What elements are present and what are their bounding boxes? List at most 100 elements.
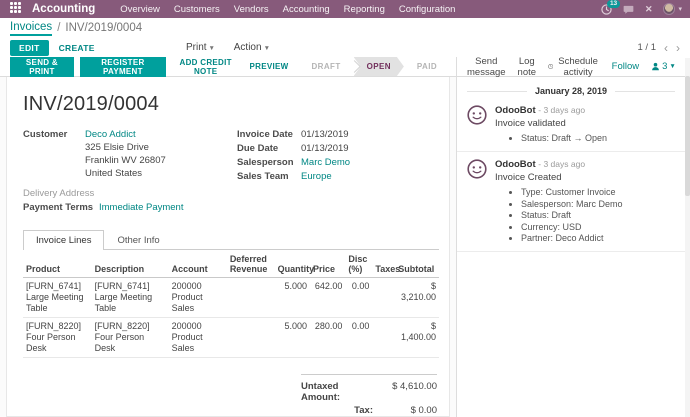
breadcrumb-separator: / xyxy=(57,22,60,34)
totals-block: Untaxed Amount: $ 4,610.00 Tax: $ 0.00 T… xyxy=(301,374,437,417)
customer-address-line2: Franklin WV 26807 xyxy=(85,155,166,166)
tracking-value: Status: Draft → Open xyxy=(521,133,675,143)
col-header-disc: Disc (%) xyxy=(345,251,372,278)
user-menu[interactable]: ▾ xyxy=(663,3,682,15)
activity-badge: 13 xyxy=(607,0,620,8)
due-date-value: 01/13/2019 xyxy=(301,142,349,155)
schedule-activity-button[interactable]: Schedule activity xyxy=(548,56,600,78)
salesperson-link[interactable]: Marc Demo xyxy=(301,156,350,169)
invoice-fields: Customer Deco Addict 325 Elsie Drive Fra… xyxy=(23,128,439,215)
due-date-label: Due Date xyxy=(237,142,301,155)
invoice-line-row[interactable]: [FURN_8220] Four Person Desk [FURN_8220]… xyxy=(23,318,439,358)
scrollbar-thumb[interactable] xyxy=(685,76,690,196)
followers-menu[interactable]: 3 ▼ xyxy=(651,61,676,72)
date-separator-label: January 28, 2019 xyxy=(535,86,607,96)
cp-dropdowns: Print▼ Action▼ xyxy=(0,42,456,53)
pager-previous-icon[interactable]: ‹ xyxy=(664,43,668,53)
invoice-lines-table: Product Description Account Deferred Rev… xyxy=(23,251,439,358)
register-payment-button[interactable]: REGISTER PAYMENT xyxy=(80,55,166,79)
customer-address-line3: United States xyxy=(85,168,142,179)
follow-button[interactable]: Follow xyxy=(612,61,639,72)
chevron-down-icon: ▾ xyxy=(678,5,682,13)
tracking-value: Currency: USD xyxy=(521,222,675,232)
action-menu[interactable]: Action▼ xyxy=(234,42,270,53)
tracking-value: Status: Draft xyxy=(521,210,675,220)
invoice-date-value: 01/13/2019 xyxy=(301,128,349,141)
send-message-button[interactable]: Send message xyxy=(467,56,506,78)
message-body: Invoice Created xyxy=(495,172,675,183)
chevron-down-icon: ▼ xyxy=(264,45,270,52)
print-menu[interactable]: Print▼ xyxy=(186,42,215,53)
cell-account: 200000 Product Sales xyxy=(169,278,227,318)
cell-taxes xyxy=(372,318,395,358)
col-header-price: Price xyxy=(310,251,345,278)
breadcrumb-current: INV/2019/0004 xyxy=(65,22,142,34)
payment-terms-link[interactable]: Immediate Payment xyxy=(99,201,183,214)
chat-bubble-icon[interactable] xyxy=(623,4,634,15)
form-pane: INV/2019/0004 Customer Deco Addict 325 E… xyxy=(0,77,456,417)
salesperson-label: Salesperson xyxy=(237,156,301,169)
top-navbar: Accounting Overview Customers Vendors Ac… xyxy=(0,0,690,18)
payment-terms-label: Payment Terms xyxy=(23,201,99,214)
untaxed-amount-label: Untaxed Amount: xyxy=(301,381,376,403)
customer-label: Customer xyxy=(23,128,85,180)
vertical-scrollbar[interactable] xyxy=(685,58,690,417)
chatter-topbar: Send message Log note Schedule activity … xyxy=(456,57,690,76)
delivery-address-label: Delivery Address xyxy=(23,187,94,200)
form-statusbar: SEND & PRINT REGISTER PAYMENT ADD CREDIT… xyxy=(0,57,456,76)
invoice-line-row[interactable]: [FURN_6741] Large Meeting Table [FURN_67… xyxy=(23,278,439,318)
preview-button[interactable]: PREVIEW xyxy=(250,62,289,71)
breadcrumb-invoices-link[interactable]: Invoices xyxy=(10,21,52,36)
nav-item-vendors[interactable]: Vendors xyxy=(227,4,276,15)
nav-item-overview[interactable]: Overview xyxy=(113,4,167,15)
col-header-deferred-revenue: Deferred Revenue xyxy=(227,251,275,278)
tracking-value: Partner: Deco Addict xyxy=(521,233,675,243)
nav-item-reporting[interactable]: Reporting xyxy=(337,4,392,15)
tracking-value: Type: Customer Invoice xyxy=(521,187,675,197)
sales-team-link[interactable]: Europe xyxy=(301,170,332,183)
message-body: Invoice validated xyxy=(495,118,675,129)
tab-other-info[interactable]: Other Info xyxy=(104,230,172,250)
col-header-product: Product xyxy=(23,251,92,278)
systray: 13 ✕ ▾ xyxy=(601,3,682,15)
follower-person-icon xyxy=(651,62,660,71)
cell-disc: 0.00 xyxy=(345,318,372,358)
tab-invoice-lines[interactable]: Invoice Lines xyxy=(23,230,104,250)
chatter-message: OdooBot - 3 days ago Invoice validated S… xyxy=(457,98,685,152)
cell-subtotal: $ 1,400.00 xyxy=(395,318,439,358)
message-tracking-values: Status: Draft → Open xyxy=(521,133,675,143)
nav-item-accounting[interactable]: Accounting xyxy=(276,4,337,15)
add-credit-note-button[interactable]: ADD CREDIT NOTE xyxy=(172,58,240,76)
app-brand[interactable]: Accounting xyxy=(32,3,95,15)
status-step-draft[interactable]: DRAFT xyxy=(299,57,354,76)
nav-item-configuration[interactable]: Configuration xyxy=(392,4,463,15)
odoo-accounting-app: Accounting Overview Customers Vendors Ac… xyxy=(0,0,690,417)
clock-icon xyxy=(548,62,553,71)
user-avatar xyxy=(663,3,675,15)
send-print-button[interactable]: SEND & PRINT xyxy=(10,55,74,79)
status-step-paid[interactable]: PAID xyxy=(404,57,450,76)
tax-label: Tax: xyxy=(354,405,373,416)
followers-count: 3 xyxy=(662,61,667,72)
nav-item-customers[interactable]: Customers xyxy=(167,4,227,15)
log-note-button[interactable]: Log note xyxy=(518,56,536,78)
date-separator: January 28, 2019 xyxy=(467,86,675,96)
chatter: January 28, 2019 OdooBot - 3 days ago In… xyxy=(456,77,690,417)
control-panel: EDIT CREATE Print▼ Action▼ 1 / 1 ‹ › xyxy=(0,38,690,57)
activity-clock-icon[interactable]: 13 xyxy=(601,4,612,15)
table-header-row: Product Description Account Deferred Rev… xyxy=(23,251,439,278)
message-timestamp: - 3 days ago xyxy=(538,159,585,169)
notebook-tabs: Invoice Lines Other Info xyxy=(23,229,439,250)
close-icon[interactable]: ✕ xyxy=(645,4,653,15)
main-content: INV/2019/0004 Customer Deco Addict 325 E… xyxy=(0,77,690,417)
customer-address-line1: 325 Elsie Drive xyxy=(85,142,149,153)
statusbar-row: SEND & PRINT REGISTER PAYMENT ADD CREDIT… xyxy=(0,57,690,77)
apps-grid-icon[interactable] xyxy=(10,2,24,16)
message-author[interactable]: OdooBot xyxy=(495,105,536,116)
pager-next-icon[interactable]: › xyxy=(676,43,680,53)
message-author[interactable]: OdooBot xyxy=(495,159,536,170)
customer-link[interactable]: Deco Addict xyxy=(85,129,136,140)
sales-team-label: Sales Team xyxy=(237,170,301,183)
tax-value: $ 0.00 xyxy=(379,405,437,416)
status-step-open[interactable]: OPEN xyxy=(354,57,404,76)
